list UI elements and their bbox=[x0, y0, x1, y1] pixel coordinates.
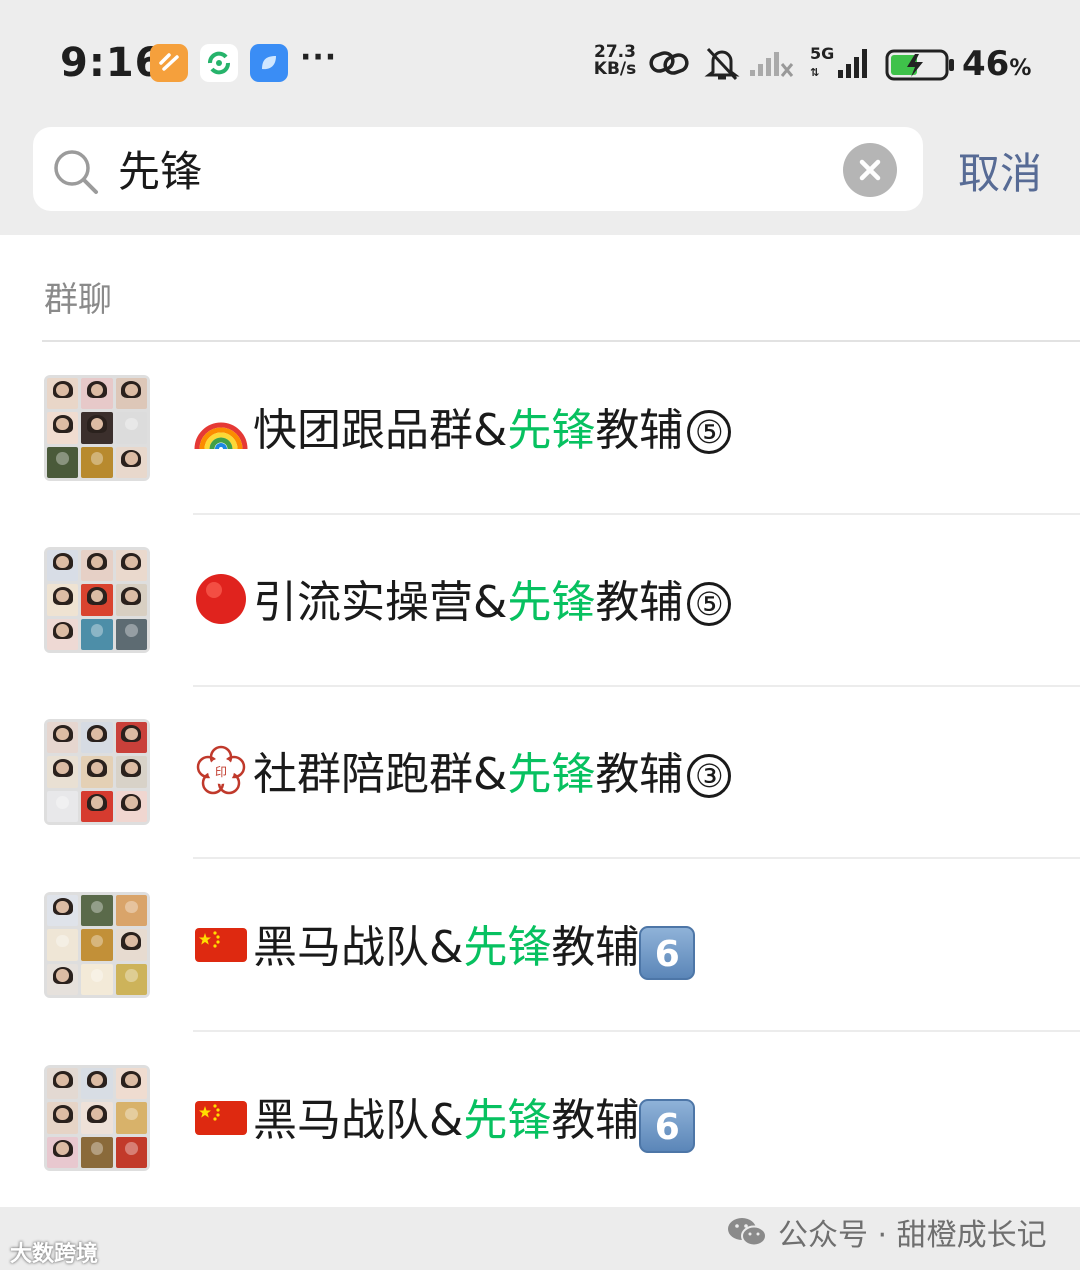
china-flag-emoji-icon bbox=[195, 928, 247, 962]
status-time: 9:16 bbox=[60, 40, 164, 86]
group-chat-name: 黑马战队&先锋教辅 6 bbox=[193, 1089, 696, 1153]
rainbow-emoji-icon bbox=[194, 422, 248, 450]
app-icon-green-refresh bbox=[200, 44, 238, 82]
section-divider bbox=[42, 340, 1080, 342]
row-divider bbox=[193, 857, 1080, 859]
signal-5g-icon: 5G ⇅ bbox=[808, 44, 874, 84]
svg-text:5G: 5G bbox=[810, 44, 834, 63]
group-chat-name: 印 社群陪跑群&先锋教辅 ③ bbox=[193, 743, 732, 805]
wechat-icon bbox=[728, 1218, 767, 1247]
name-match: 先锋 bbox=[463, 922, 552, 973]
battery-charging-icon bbox=[885, 48, 957, 86]
name-text-after: 教辅 bbox=[551, 922, 640, 973]
clear-search-button[interactable] bbox=[843, 143, 897, 197]
name-text: 引流实操营& bbox=[253, 577, 508, 628]
search-input[interactable] bbox=[118, 138, 818, 198]
group-avatar bbox=[44, 375, 150, 481]
name-text: 黑马战队& bbox=[253, 922, 464, 973]
group-chat-result[interactable]: 黑马战队&先锋教辅 6 bbox=[0, 860, 1080, 1032]
search-icon bbox=[52, 148, 100, 200]
name-text: 黑马战队& bbox=[253, 1095, 464, 1146]
flower-seal-emoji-icon: 印 bbox=[196, 745, 246, 795]
cancel-button[interactable]: 取消 bbox=[958, 140, 1042, 201]
group-avatar bbox=[44, 892, 150, 998]
name-text-after: 教辅 bbox=[595, 749, 684, 800]
watermark-left-text: 大数跨境 bbox=[10, 1242, 99, 1267]
watermark-left: 大数跨境 bbox=[10, 1236, 98, 1268]
status-bar: 9:16 ··· 27.3 KB/s 5G ⇅ 46% bbox=[0, 0, 1080, 125]
section-title-group-chats: 群聊 bbox=[44, 280, 112, 320]
name-match: 先锋 bbox=[507, 749, 596, 800]
mute-bell-icon bbox=[703, 46, 741, 86]
signal-no-service-icon bbox=[748, 46, 794, 82]
svg-text:⇅: ⇅ bbox=[810, 66, 819, 79]
name-match: 先锋 bbox=[507, 405, 596, 456]
link-icon bbox=[648, 46, 690, 84]
battery-percent-unit: % bbox=[1009, 56, 1032, 81]
name-suffix-number: ③ bbox=[687, 754, 732, 798]
battery-percent: 46% bbox=[962, 44, 1031, 84]
net-speed-unit: KB/s bbox=[593, 59, 637, 79]
red-circle-emoji-icon bbox=[196, 574, 246, 624]
group-chat-result[interactable]: 印 社群陪跑群&先锋教辅 ③ bbox=[0, 687, 1080, 859]
row-divider bbox=[193, 1030, 1080, 1032]
name-text: 社群陪跑群& bbox=[253, 749, 508, 800]
svg-text:印: 印 bbox=[215, 765, 227, 779]
group-avatar bbox=[44, 719, 150, 825]
name-text: 快团跟品群& bbox=[253, 405, 508, 456]
group-chat-result[interactable]: 引流实操营&先锋教辅 ⑤ bbox=[0, 515, 1080, 687]
app-icon-orange bbox=[150, 44, 188, 82]
close-icon bbox=[859, 159, 881, 181]
name-suffix-number: ⑤ bbox=[687, 582, 732, 626]
china-flag-emoji-icon bbox=[195, 1101, 247, 1135]
name-suffix-number: 6 bbox=[639, 926, 696, 980]
name-match: 先锋 bbox=[463, 1095, 552, 1146]
net-speed: 27.3 KB/s bbox=[590, 44, 640, 78]
name-match: 先锋 bbox=[507, 577, 596, 628]
group-chat-name: 引流实操营&先锋教辅 ⑤ bbox=[193, 571, 732, 633]
name-suffix-number: 6 bbox=[639, 1099, 696, 1153]
name-text-after: 教辅 bbox=[595, 405, 684, 456]
battery-percent-value: 46 bbox=[962, 44, 1010, 84]
more-notifications-indicator: ··· bbox=[300, 40, 338, 75]
group-chat-result[interactable]: 快团跟品群&先锋教辅 ⑤ bbox=[0, 343, 1080, 515]
watermark-right-text: 公众号 · 甜橙成长记 bbox=[778, 1218, 1047, 1253]
group-avatar bbox=[44, 1065, 150, 1171]
name-text-after: 教辅 bbox=[551, 1095, 640, 1146]
group-chat-name: 黑马战队&先锋教辅 6 bbox=[193, 916, 696, 980]
name-suffix-number: ⑤ bbox=[687, 410, 732, 454]
watermark-right: 公众号 · 甜橙成长记 bbox=[726, 1210, 1047, 1254]
name-text-after: 教辅 bbox=[595, 577, 684, 628]
group-avatar bbox=[44, 547, 150, 653]
group-chat-result[interactable]: 黑马战队&先锋教辅 6 bbox=[0, 1033, 1080, 1205]
group-chat-name: 快团跟品群&先锋教辅 ⑤ bbox=[193, 399, 732, 461]
app-icon-blue bbox=[250, 44, 288, 82]
